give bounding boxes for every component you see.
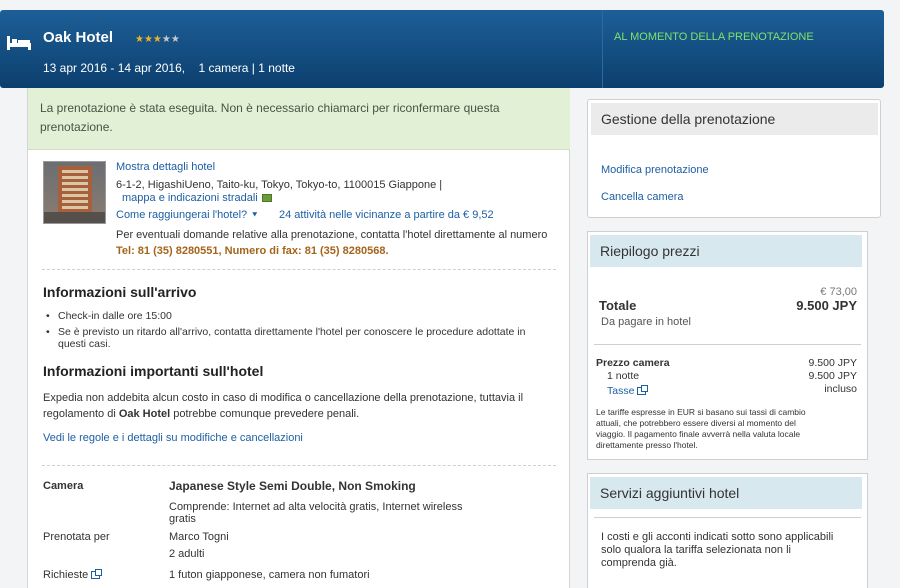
room-type: Japanese Style Semi Double, Non Smoking (169, 479, 416, 493)
nearby-activities-link[interactable]: 24 attività nelle vicinanze a partire da… (279, 209, 494, 221)
show-hotel-details-link[interactable]: Mostra dettagli hotel (116, 161, 215, 173)
room-includes: Comprende: Internet ad alta velocità gra… (169, 501, 463, 525)
price-summary-title: Riepilogo prezzi (590, 235, 862, 267)
nights-value: 9.500 JPY (808, 370, 857, 382)
how-to-reach-label: Come raggiungerai l'hotel? (116, 209, 248, 221)
manage-booking-panel: Gestione della prenotazione Modifica pre… (587, 99, 881, 218)
total-label: Totale (599, 298, 637, 313)
room-label: Camera (43, 480, 84, 492)
hotel-phone-fax: Tel: 81 (35) 8280551, Numero di fax: 81 … (116, 245, 389, 257)
star-filled-icon: ★★★ (135, 34, 162, 45)
requests-label: Richieste (43, 569, 89, 581)
how-to-reach-link[interactable]: Come raggiungerai l'hotel? ⯆ (116, 209, 258, 221)
price-summary-panel: Riepilogo prezzi € 73,00 Totale 9.500 JP… (587, 231, 868, 460)
divider (594, 344, 861, 345)
map-directions-link[interactable]: mappa e indicazioni stradali (122, 192, 272, 204)
divider (42, 269, 556, 270)
star-empty-icon: ★★ (161, 34, 180, 45)
divider (42, 465, 556, 466)
pay-at-hotel-text: Da pagare in hotel (601, 316, 691, 328)
requests-link[interactable]: Richieste (43, 569, 103, 581)
requests-value: 1 futon giapponese, camera non fumatori (169, 569, 370, 581)
external-link-icon (637, 385, 649, 396)
cancellation-rules-link[interactable]: Vedi le regole e i dettagli su modifiche… (43, 432, 303, 444)
hotel-services-panel: Servizi aggiuntivi hotel I costi e gli a… (587, 473, 868, 588)
room-price-value: 9.500 JPY (808, 357, 857, 369)
hotel-services-title: Servizi aggiuntivi hotel (590, 477, 862, 509)
confirmation-text-line2: prenotazione. (40, 120, 113, 134)
guest-name: Marco Togni (169, 531, 229, 543)
contact-hotel-text: Per eventuali domande relative alla pren… (116, 229, 548, 241)
nights-label: 1 notte (607, 370, 640, 382)
chevron-down-icon: ⯆ (251, 210, 259, 220)
taxes-link[interactable]: Tasse (607, 385, 649, 397)
booked-for-label: Prenotata per (43, 531, 110, 543)
price-eur: € 73,00 (820, 286, 857, 298)
booking-header: Oak Hotel ★★★★★ 13 apr 2016 - 14 apr 201… (0, 10, 884, 88)
guest-count: 2 adulti (169, 548, 205, 560)
important-info-text: Expedia non addebita alcun costo in caso… (43, 392, 524, 420)
manage-booking-title: Gestione della prenotazione (591, 103, 878, 135)
external-link-icon (91, 569, 103, 580)
hotel-name: Oak Hotel (43, 29, 114, 46)
arrival-info-title: Informazioni sull'arrivo (43, 284, 197, 300)
list-item: Se è previsto un ritardo all'arrivo, con… (46, 326, 556, 350)
modify-booking-link[interactable]: Modifica prenotazione (601, 164, 709, 176)
arrival-info-list: Check-in dalle ore 15:00 Se è previsto u… (46, 310, 556, 354)
confirmation-text-line1: La prenotazione è stata eseguita. Non è … (40, 101, 500, 115)
important-info-title: Informazioni importanti sull'hotel (43, 363, 264, 379)
map-icon (261, 194, 272, 203)
hotel-photo[interactable] (43, 161, 106, 224)
star-rating: ★★★★★ (135, 34, 180, 45)
header-divider (602, 10, 603, 88)
taxes-label: Tasse (607, 385, 635, 397)
divider (594, 517, 861, 518)
at-booking-label: AL MOMENTO DELLA PRENOTAZIONE (614, 31, 814, 43)
bed-icon (7, 36, 31, 50)
cancel-room-link[interactable]: Cancella camera (601, 191, 684, 203)
total-value: 9.500 JPY (796, 298, 857, 313)
map-directions-label: mappa e indicazioni stradali (122, 192, 258, 204)
hotel-services-text: I costi e gli acconti indicati sotto son… (601, 531, 834, 569)
stay-dates: 13 apr 2016 - 14 apr 2016, 1 camera | 1 … (43, 61, 295, 75)
currency-note: Le tariffe espresse in EUR si basano sui… (596, 407, 806, 450)
confirmation-banner: La prenotazione è stata eseguita. Non è … (28, 88, 570, 150)
taxes-value: incluso (824, 383, 857, 395)
hotel-address: 6-1-2, HigashiUeno, Taito-ku, Tokyo, Tok… (116, 179, 443, 191)
main-content: La prenotazione è stata eseguita. Non è … (27, 88, 570, 588)
list-item: Check-in dalle ore 15:00 (46, 310, 556, 322)
room-price-label: Prezzo camera (596, 357, 670, 369)
